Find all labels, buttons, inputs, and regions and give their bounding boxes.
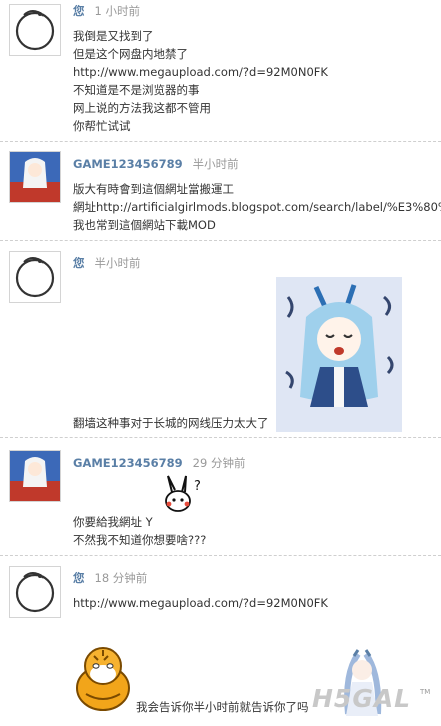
avatar-game[interactable]: [9, 151, 61, 203]
watermark-text: H5GAL: [312, 684, 412, 713]
avatar-ouroboros[interactable]: [9, 566, 61, 618]
post-body: 版大有時會到這個網址當搬運工 網址http://artificialgirlmo…: [73, 180, 441, 234]
post-line: 不然我不知道你想要啥???: [73, 533, 207, 547]
avatar-ouroboros[interactable]: [9, 4, 61, 56]
post-body: 我倒是又找到了 但是这个网盘内地禁了 http://www.megaupload…: [73, 27, 441, 135]
anime-avatar-icon: [10, 152, 60, 202]
post-line: 版大有時會到這個網址當搬運工: [73, 182, 234, 196]
post-separator: [0, 437, 441, 438]
post-separator: [0, 555, 441, 556]
timestamp: 29 分钟前: [192, 456, 246, 470]
post-line: 我也常到這個網站下載MOD: [73, 218, 216, 232]
ouroboros-icon: [15, 257, 55, 298]
crying-anime-girl-sticker: [276, 277, 402, 432]
post-line: 不知道是不是浏览器的事: [73, 83, 200, 97]
ouroboros-icon: [15, 10, 55, 51]
avatar-ouroboros[interactable]: [9, 251, 61, 303]
post-link[interactable]: 網址http://artificialgirlmods.blogspot.com…: [73, 198, 441, 216]
bunny-sticker: ?: [160, 474, 208, 516]
svg-text:?: ?: [194, 479, 201, 494]
timestamp: 1 小时前: [94, 4, 140, 18]
timestamp: 半小时前: [94, 256, 141, 270]
username[interactable]: 您半小时前: [73, 255, 141, 271]
username[interactable]: GAME123456789 半小时前: [73, 156, 239, 172]
post-line: 我倒是又找到了: [73, 29, 154, 43]
tiger-sticker: [72, 644, 134, 714]
anime-avatar-icon: [10, 451, 60, 501]
avatar-game[interactable]: [9, 450, 61, 502]
post-separator: [0, 240, 441, 241]
post-line: 你要給我網址 Y: [73, 515, 153, 529]
timestamp: 18 分钟前: [94, 571, 148, 585]
timestamp: 半小时前: [192, 157, 239, 171]
username[interactable]: 您1 小时前: [73, 3, 140, 19]
post-body: 你要給我網址 Y 不然我不知道你想要啥???: [73, 513, 441, 549]
post-line: 但是这个网盘内地禁了: [73, 47, 188, 61]
post-body: http://www.megaupload.com/?d=92M0N0FK: [73, 594, 441, 612]
username[interactable]: 您 18 分钟前: [73, 570, 147, 586]
post-link[interactable]: http://www.megaupload.com/?d=92M0N0FK: [73, 63, 441, 81]
post-separator: [0, 141, 441, 142]
post-line: 你帮忙试试: [73, 119, 131, 133]
ouroboros-icon: [15, 572, 55, 613]
post-line: 网上说的方法我这都不管用: [73, 101, 211, 115]
watermark-tm: TM: [420, 688, 431, 696]
watermark-logo: H5GAL: [312, 686, 411, 711]
post-body: 翻墙这种事对于长城的网线压力太大了: [73, 414, 441, 432]
post-link[interactable]: http://www.megaupload.com/?d=92M0N0FK: [73, 594, 441, 612]
post-line: 翻墙这种事对于长城的网线压力太大了: [73, 416, 269, 430]
username[interactable]: GAME123456789 29 分钟前: [73, 455, 245, 471]
